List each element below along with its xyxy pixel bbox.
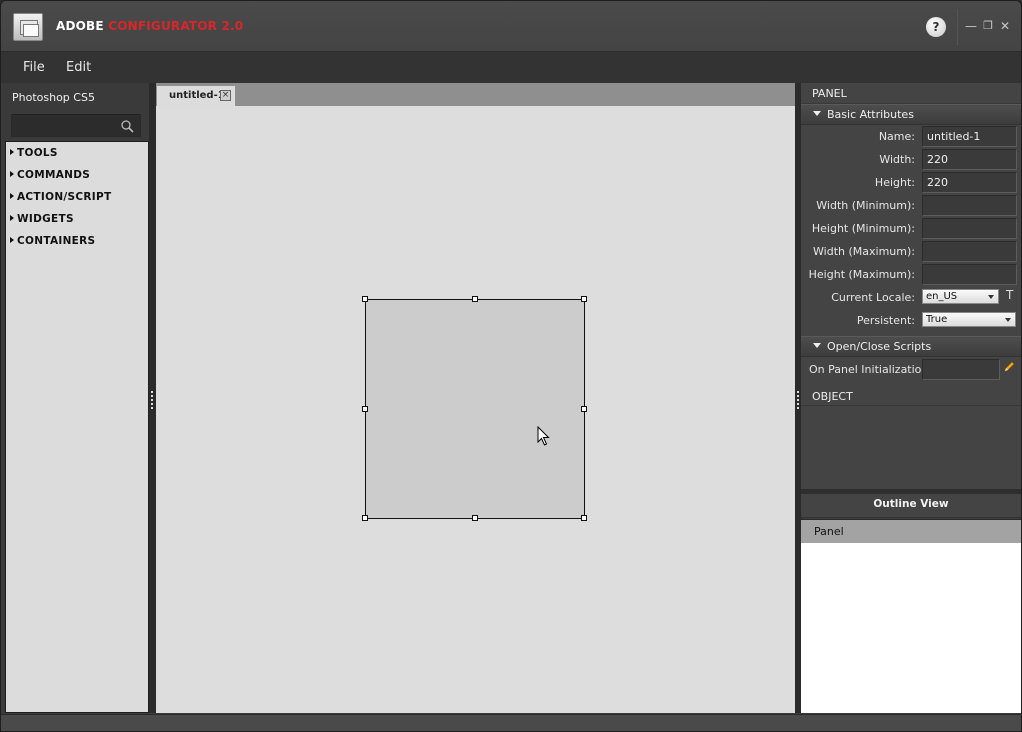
component-library-panel: Photoshop CS5 TOOLS COMMANDS ACTION/SCRI…: [3, 83, 149, 713]
panel-section-header: PANEL: [801, 83, 1021, 104]
collapse-arrow-icon: [813, 111, 821, 116]
resize-handle-right[interactable]: [581, 406, 587, 412]
current-locale-select[interactable]: en_US: [922, 289, 999, 304]
category-label: CONTAINERS: [17, 235, 96, 247]
category-label: COMMANDS: [17, 169, 91, 181]
resize-handle-bottom-left[interactable]: [362, 515, 368, 521]
outline-view-header: Outline View: [801, 494, 1021, 518]
resize-handle-top-right[interactable]: [581, 296, 587, 302]
height-max-label: Height (Maximum):: [808, 268, 915, 281]
expand-arrow-icon: [10, 171, 14, 177]
mouse-cursor-icon: [537, 426, 550, 446]
outline-item-panel[interactable]: Panel: [801, 520, 1021, 543]
menu-bar: File Edit: [1, 51, 1021, 83]
name-field[interactable]: [922, 126, 1017, 147]
height-min-field[interactable]: [922, 218, 1017, 239]
width-max-field[interactable]: [922, 241, 1017, 262]
open-close-scripts-header[interactable]: Open/Close Scripts: [801, 336, 1021, 357]
resize-handle-bottom-right[interactable]: [581, 515, 587, 521]
app-logo-icon: [13, 13, 43, 41]
current-locale-label: Current Locale:: [831, 291, 915, 304]
name-label: Name:: [878, 130, 915, 143]
object-section-title: OBJECT: [812, 390, 853, 403]
persistent-value: True: [926, 314, 948, 325]
expand-arrow-icon: [10, 237, 14, 243]
basic-attributes-header[interactable]: Basic Attributes: [801, 104, 1021, 125]
property-inspector: PANEL Basic Attributes Name: Width: Heig…: [801, 83, 1021, 489]
category-list: TOOLS COMMANDS ACTION/SCRIPT WIDGETS CON…: [5, 141, 149, 713]
category-widgets[interactable]: WIDGETS: [10, 213, 74, 225]
close-window-button[interactable]: ✕: [998, 19, 1012, 33]
height-label: Height:: [874, 176, 915, 189]
canvas-area[interactable]: [156, 106, 795, 713]
menu-file[interactable]: File: [23, 60, 45, 75]
outline-item-label: Panel: [814, 525, 844, 538]
panel-init-label: On Panel Initialization:: [809, 363, 933, 376]
pencil-icon[interactable]: [1003, 361, 1015, 373]
group-label: Open/Close Scripts: [827, 340, 932, 353]
title-separator: [957, 9, 958, 45]
category-tools[interactable]: TOOLS: [10, 147, 58, 159]
height-max-field[interactable]: [922, 264, 1017, 285]
menu-edit[interactable]: Edit: [66, 60, 91, 75]
outline-tree: Panel: [801, 519, 1021, 713]
resize-handle-bottom[interactable]: [472, 515, 478, 521]
target-product-label: Photoshop CS5: [12, 91, 95, 104]
app-title-product: CONFIGURATOR 2.0: [108, 19, 244, 33]
document-tab-strip: untitled-1 ×: [156, 83, 795, 106]
app-title: ADOBE CONFIGURATOR 2.0: [56, 19, 243, 33]
help-button[interactable]: ?: [926, 17, 946, 37]
category-label: ACTION/SCRIPT: [17, 191, 112, 203]
resize-handle-top[interactable]: [472, 296, 478, 302]
design-workspace: untitled-1 ×: [156, 83, 795, 713]
height-field[interactable]: [922, 172, 1017, 193]
outline-view-title: Outline View: [873, 498, 949, 510]
category-label: WIDGETS: [17, 213, 74, 225]
object-section-header: OBJECT: [801, 385, 1021, 406]
width-min-field[interactable]: [922, 195, 1017, 216]
current-locale-value: en_US: [926, 291, 958, 302]
left-splitter[interactable]: [149, 83, 156, 713]
tab-close-icon[interactable]: ×: [220, 90, 231, 101]
persistent-label: Persistent:: [856, 314, 915, 327]
width-label: Width:: [879, 153, 915, 166]
panel-section-title: PANEL: [812, 87, 847, 100]
width-field[interactable]: [922, 149, 1017, 170]
expand-arrow-icon: [10, 149, 14, 155]
category-label: TOOLS: [17, 147, 58, 159]
search-icon[interactable]: [120, 119, 134, 133]
expand-arrow-icon: [10, 193, 14, 199]
status-bar: [1, 714, 1021, 731]
resize-handle-left[interactable]: [362, 406, 368, 412]
chevron-down-icon: [1005, 318, 1011, 322]
height-min-label: Height (Minimum):: [811, 222, 915, 235]
collapse-arrow-icon: [813, 343, 821, 348]
localize-text-icon[interactable]: T: [1006, 288, 1013, 302]
panel-preview[interactable]: [362, 296, 587, 521]
resize-handle-top-left[interactable]: [362, 296, 368, 302]
app-window: ADOBE CONFIGURATOR 2.0 ? — ❐ ✕ File Edit…: [0, 0, 1022, 732]
width-min-label: Width (Minimum):: [816, 199, 915, 212]
title-bar: ADOBE CONFIGURATOR 2.0 ? — ❐ ✕: [1, 1, 1021, 51]
restore-button[interactable]: ❐: [981, 19, 995, 33]
persistent-select[interactable]: True: [922, 312, 1016, 327]
category-action-script[interactable]: ACTION/SCRIPT: [10, 191, 111, 203]
category-commands[interactable]: COMMANDS: [10, 169, 90, 181]
app-title-brand: ADOBE: [56, 19, 104, 33]
panel-init-field[interactable]: [922, 359, 1000, 380]
chevron-down-icon: [988, 295, 994, 299]
tab-untitled-1[interactable]: untitled-1 ×: [157, 86, 235, 106]
group-label: Basic Attributes: [827, 108, 914, 121]
expand-arrow-icon: [10, 215, 14, 221]
width-max-label: Width (Maximum):: [813, 245, 915, 258]
category-containers[interactable]: CONTAINERS: [10, 235, 95, 247]
component-search-input[interactable]: [11, 114, 141, 137]
tab-label: untitled-1: [169, 90, 225, 101]
minimize-button[interactable]: —: [964, 19, 978, 33]
